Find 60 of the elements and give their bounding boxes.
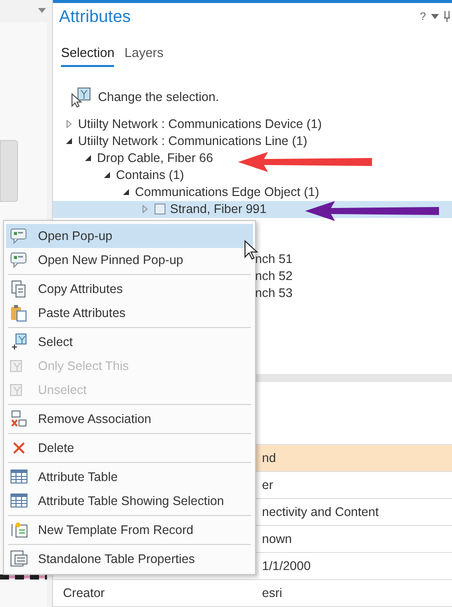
tab[interactable]: Layers: [124, 42, 164, 68]
tree-row[interactable]: Utiilty Network : Communications Device (1): [53, 116, 452, 133]
field-name: Creator: [62, 584, 106, 602]
help-button[interactable]: ?: [420, 8, 426, 26]
tree-row[interactable]: Communications Edge Object (1): [53, 184, 452, 201]
tree-row[interactable]: Contains (1): [53, 166, 452, 184]
template-icon: [10, 521, 28, 539]
hint-text: Change the selection.: [98, 88, 219, 106]
paste-icon: [10, 304, 28, 322]
menu-item[interactable]: New Template From Record: [6, 518, 253, 542]
field-value: nd: [261, 450, 276, 467]
field-value: 1/1/2000: [261, 558, 311, 575]
tree-label: Contains (1): [116, 166, 184, 184]
menu-item[interactable]: Standalone Table Properties: [6, 547, 253, 571]
select-icon: [10, 384, 22, 396]
remove-association-icon: [10, 410, 28, 428]
tree-row[interactable]: Utiilty Network : Communications Line (1): [53, 132, 452, 150]
field-value: er: [261, 476, 274, 494]
field-value: nectivity and Content: [261, 504, 379, 521]
table-icon: [10, 468, 28, 486]
menu-item[interactable]: Delete: [6, 436, 253, 460]
dropdown-icon[interactable]: [431, 14, 439, 20]
collapse-icon[interactable]: [122, 188, 130, 196]
feature-icon: [154, 203, 166, 216]
menu-item[interactable]: Open Pop-up: [6, 224, 253, 248]
menu-item[interactable]: Attribute Table Showing Selection: [6, 489, 253, 513]
dropdown-icon[interactable]: [38, 8, 46, 13]
menu-item[interactable]: Remove Association: [6, 407, 253, 431]
field-value: nown: [261, 530, 292, 548]
select-cursor-icon: [70, 86, 92, 108]
popup-icon: [10, 251, 28, 269]
menu-item[interactable]: Copy Attributes: [6, 277, 253, 301]
tree-label: nch 51: [255, 250, 294, 267]
tree-row[interactable]: Drop Cable, Fiber 66: [53, 150, 452, 167]
tab[interactable]: Selection: [61, 42, 114, 68]
expand-icon[interactable]: [65, 120, 73, 128]
menu-item[interactable]: Paste Attributes: [6, 301, 253, 325]
popup-icon: [10, 227, 28, 245]
select-icon: [10, 333, 28, 351]
map-feature: [0, 140, 18, 202]
tree-label: Utiilty Network : Communications Device (1): [78, 116, 322, 133]
menu-item[interactable]: Attribute Table: [6, 465, 253, 489]
menu-item[interactable]: Open New Pinned Pop-up: [6, 248, 253, 272]
tree-label: Strand, Fiber 991: [170, 200, 267, 218]
tree-label: Communications Edge Object (1): [135, 184, 320, 201]
tree-label: nch 52: [255, 268, 294, 284]
properties-icon: [10, 550, 28, 568]
select-icon: [10, 360, 22, 372]
pin-icon[interactable]: [444, 11, 450, 22]
tree-label: nch 53: [255, 284, 294, 301]
tree-label: Drop Cable, Fiber 66: [97, 150, 214, 167]
field-value: esri: [261, 584, 282, 602]
tree-label: Utiilty Network : Communications Line (1): [78, 132, 308, 150]
pane-title: Attributes: [59, 6, 131, 28]
collapse-icon[interactable]: [103, 171, 111, 180]
table-icon: [10, 492, 28, 510]
collapse-icon[interactable]: [65, 137, 73, 146]
collapse-icon[interactable]: [84, 154, 92, 162]
menu-item[interactable]: Select: [6, 330, 253, 354]
copy-icon: [10, 280, 28, 298]
